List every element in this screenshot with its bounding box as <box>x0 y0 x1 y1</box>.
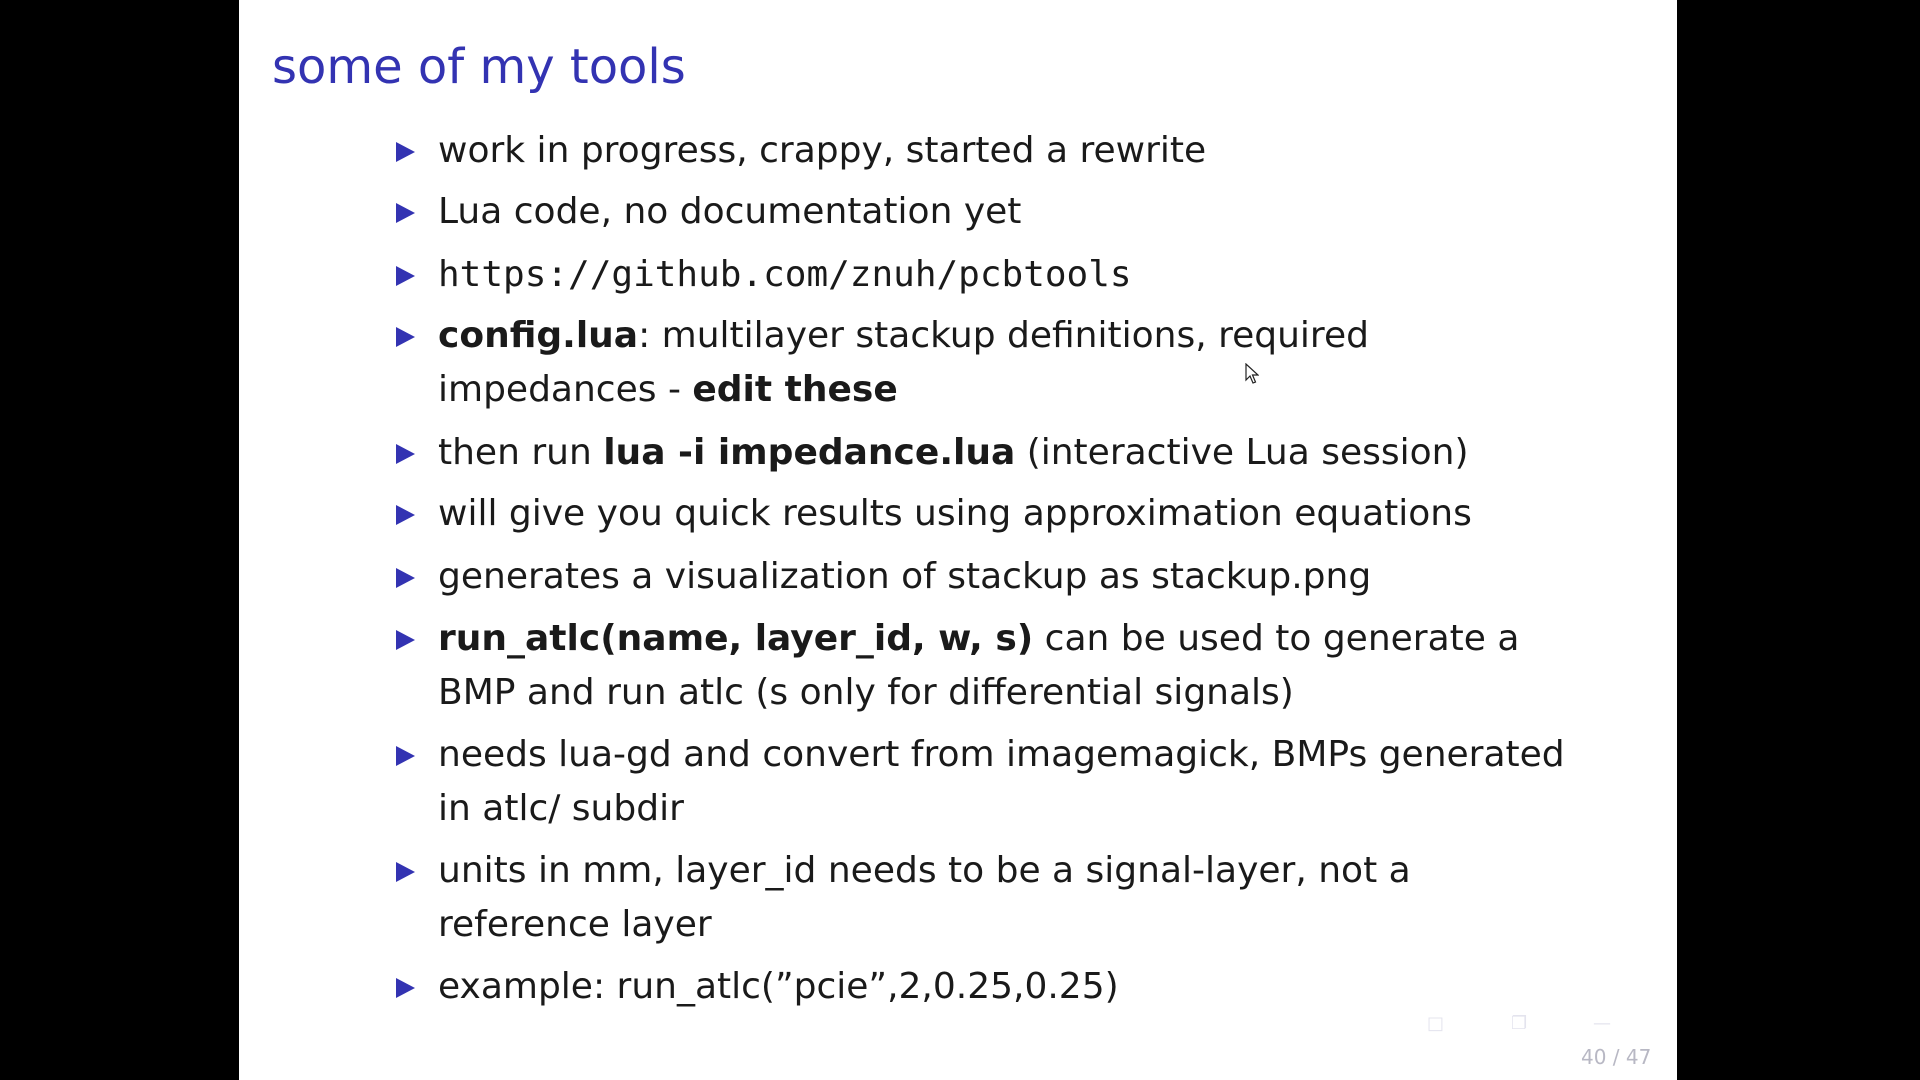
beamer-navigation-bar: □ ❐ — ≡ ≡ ↺ ⚲ ↻ <box>1189 1013 1649 1035</box>
bullet-arrow-icon <box>396 746 415 766</box>
bullet-text-line2: reference layer <box>438 904 712 945</box>
bold-term: run_atlc(name, layer_id, w, s) <box>438 618 1034 659</box>
page-number: 40 / 47 <box>1581 1045 1652 1069</box>
bold-term: lua -i impedance.lua <box>603 432 1016 473</box>
bullet-arrow-icon <box>396 266 415 286</box>
bullet-text-line2: impedances - edit these <box>438 363 1578 417</box>
bullet-text: needs lua-gd and convert from imagemagic… <box>438 734 1565 775</box>
bullet-arrow-icon <box>396 862 415 882</box>
bullet-text-line2: BMP and run atlc (s only for differentia… <box>438 672 1294 713</box>
bullet-text: Lua code, no documentation yet <box>438 191 1022 232</box>
slide: some of my tools work in progress, crapp… <box>239 0 1677 1080</box>
bullet-arrow-icon <box>396 568 415 588</box>
bullet-text-rest: can be used to generate a <box>1033 618 1520 659</box>
bullet-text: example: run_atlc(”pcie”,2,0.25,0.25) <box>438 966 1119 1007</box>
bullet-text-rest: impedances - <box>438 369 693 410</box>
bullet-text: will give you quick results using approx… <box>438 493 1472 534</box>
bullet-text: run_atlc(name, layer_id, w, s) can be us… <box>438 612 1578 666</box>
bullet-text-rest: : multilayer stackup definitions, requir… <box>638 315 1369 356</box>
bullet-arrow-icon <box>396 630 415 650</box>
section-nav-icon[interactable]: — <box>1593 1013 1611 1035</box>
bullet-text-prefix: then run <box>438 432 604 473</box>
bullet-text: units in mm, layer_id needs to be a sign… <box>438 850 1411 891</box>
mouse-cursor-icon <box>1245 363 1259 384</box>
bullet-text-rest: (interactive Lua session) <box>1015 432 1469 473</box>
bullet-list: work in progress, crappy, started a rewr… <box>239 0 1677 1080</box>
bullet-arrow-icon <box>396 978 415 998</box>
bullet-arrow-icon <box>396 203 415 223</box>
bullet-arrow-icon <box>396 142 415 162</box>
bullet-text: then run lua -i impedance.lua (interacti… <box>438 426 1578 480</box>
bullet-arrow-icon <box>396 327 415 347</box>
bullet-arrow-icon <box>396 444 415 464</box>
frame-nav-icon[interactable]: □ <box>1427 1013 1444 1035</box>
subsection-nav-icon[interactable]: ❐ <box>1511 1013 1527 1035</box>
bullet-text: config.lua: multilayer stackup definitio… <box>438 309 1578 363</box>
bullet-text: work in progress, crappy, started a rewr… <box>438 130 1207 171</box>
bold-term: config.lua <box>438 315 639 356</box>
bullet-text: generates a visualization of stackup as … <box>438 556 1372 597</box>
bullet-text-line2: in atlc/ subdir <box>438 788 684 829</box>
bullet-arrow-icon <box>396 505 415 525</box>
bold-term: edit these <box>692 369 898 410</box>
repo-url: https://github.com/znuh/pcbtools <box>438 254 1132 295</box>
